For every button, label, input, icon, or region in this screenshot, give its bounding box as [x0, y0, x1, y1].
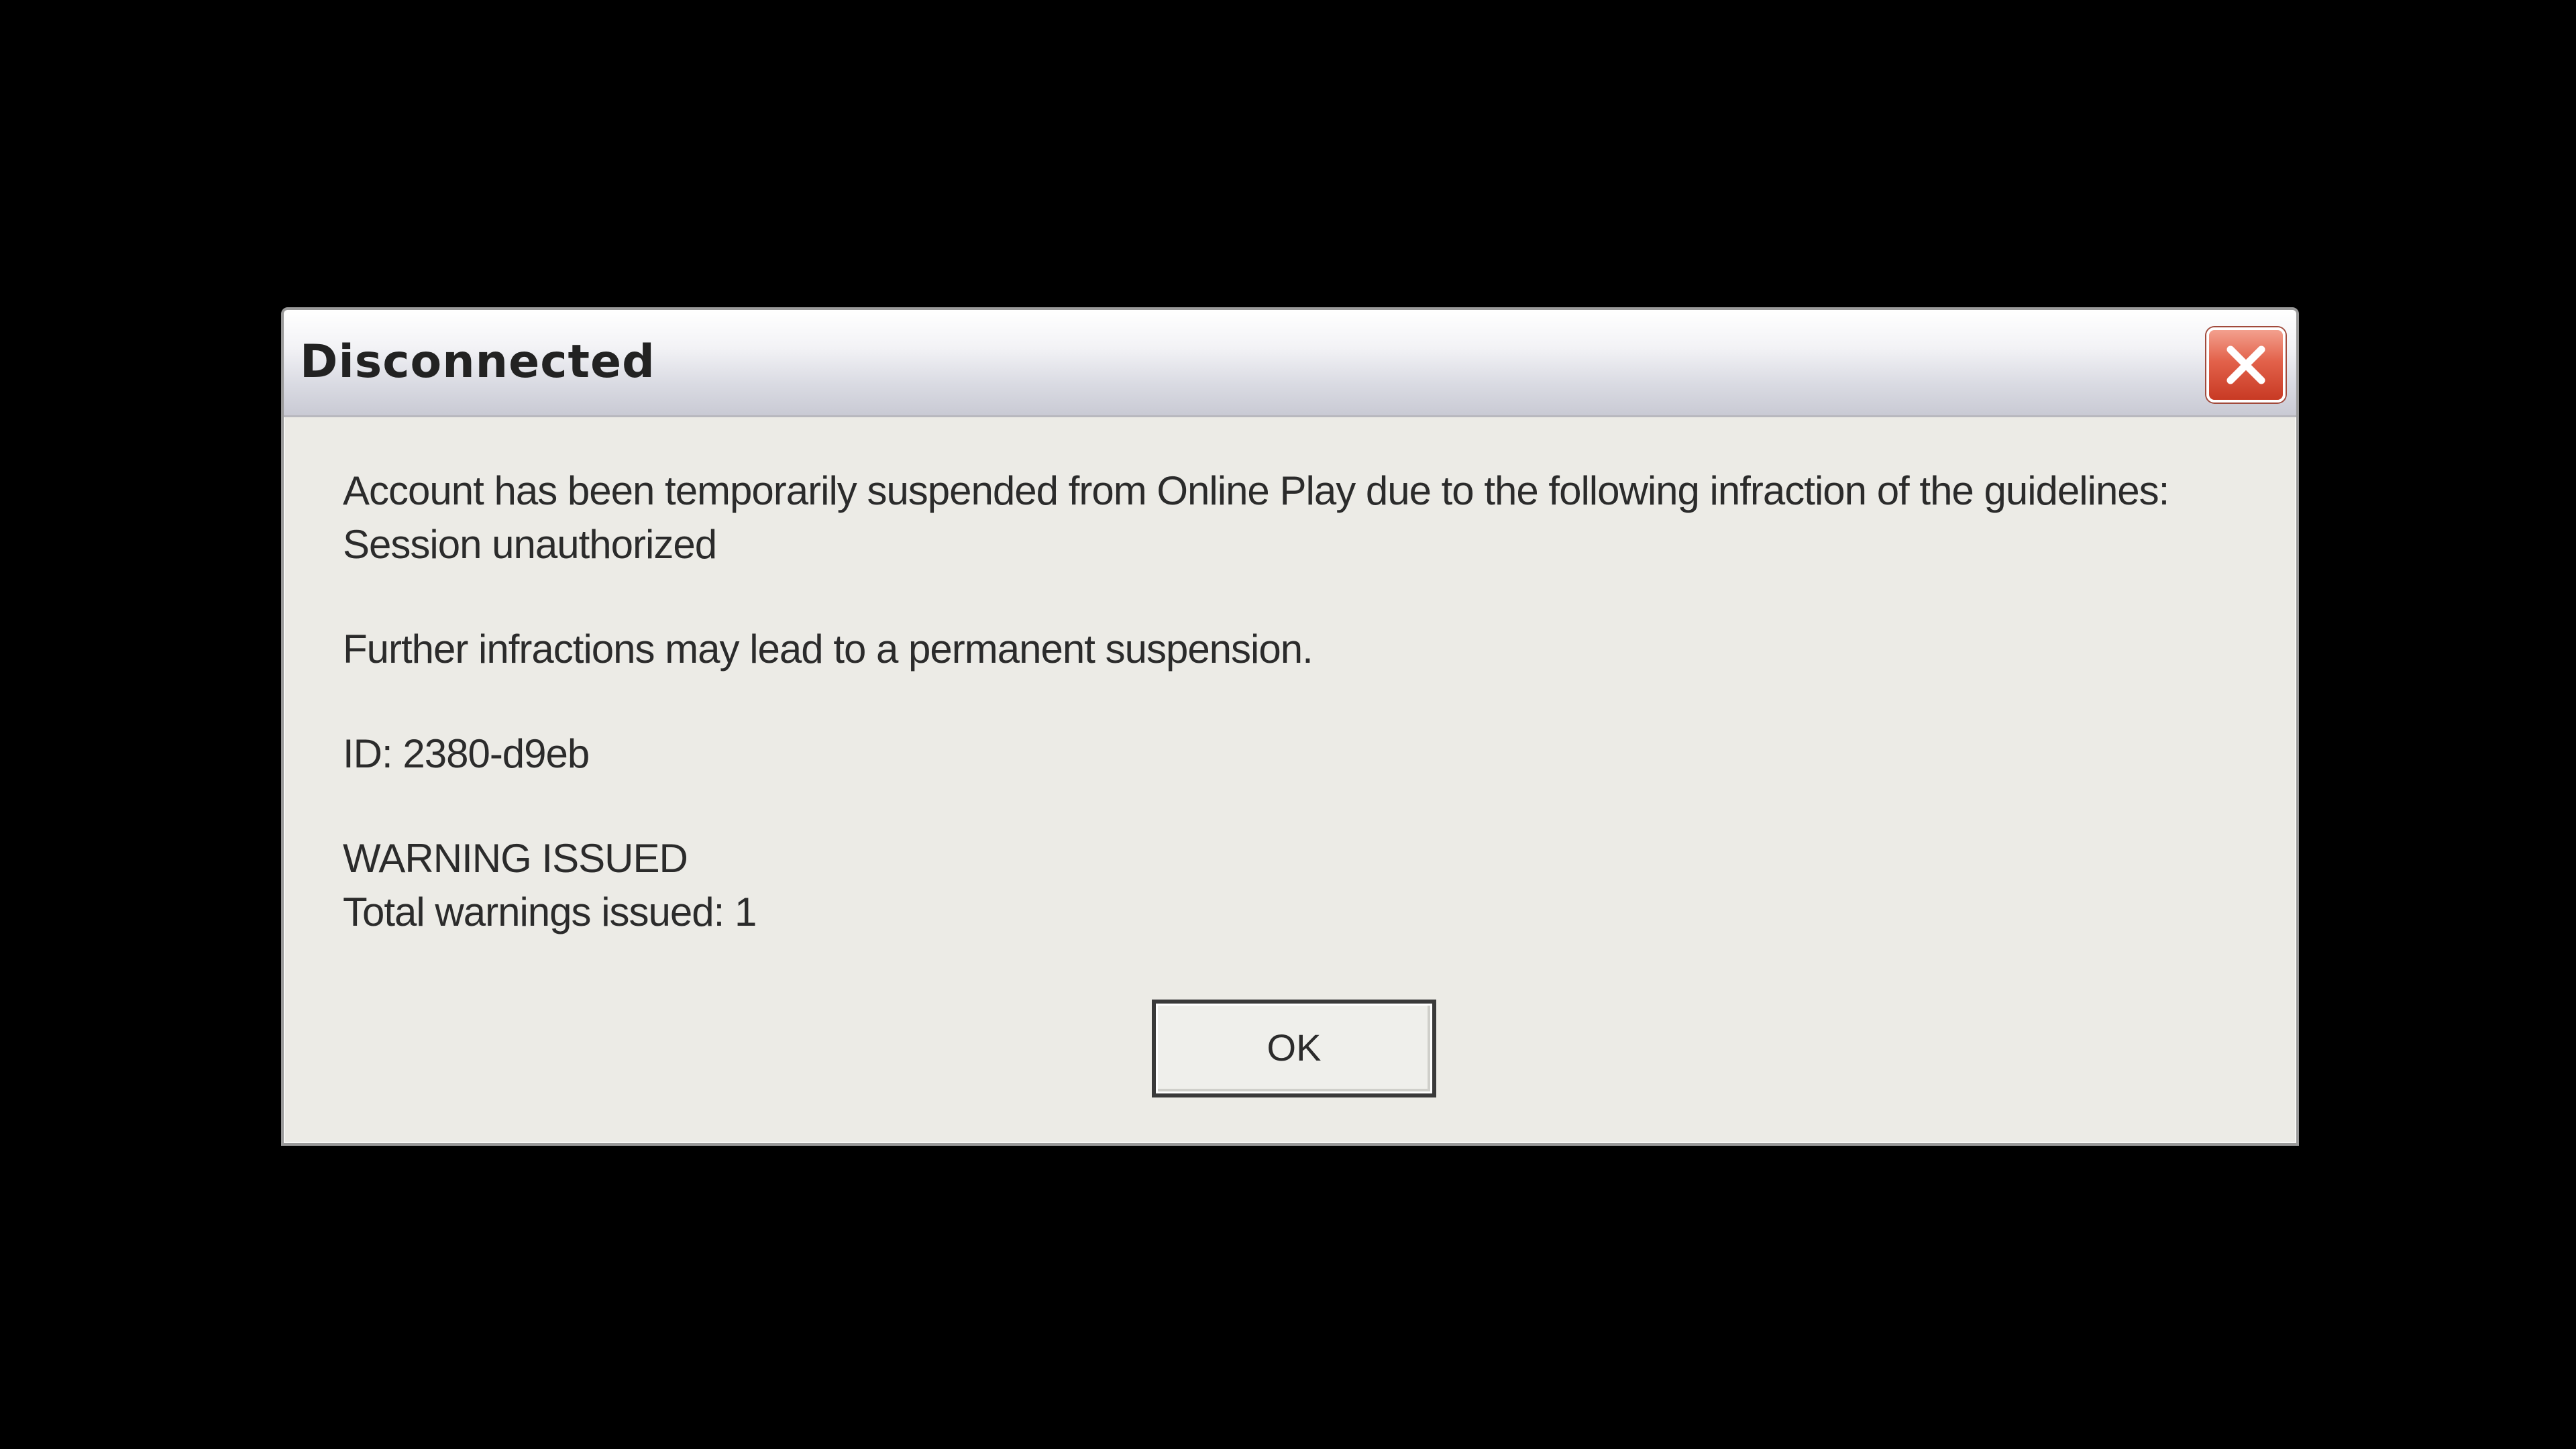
- suspension-id: ID: 2380-d9eb: [343, 731, 590, 776]
- further-infractions-note: Further infractions may lead to a perman…: [343, 627, 1313, 672]
- dialog-title: Disconnected: [300, 335, 655, 388]
- dialog-message: Account has been temporarily suspended f…: [343, 464, 2269, 939]
- total-warnings: Total warnings issued: 1: [343, 890, 757, 934]
- suspension-message: Account has been temporarily suspended f…: [343, 468, 2169, 513]
- dialog-titlebar[interactable]: Disconnected: [284, 310, 2296, 417]
- ok-button[interactable]: OK: [1152, 1000, 1436, 1097]
- screen-background: Disconnected Account has been temporaril…: [0, 0, 2576, 1449]
- disconnected-dialog: Disconnected Account has been temporaril…: [281, 307, 2299, 1146]
- infraction-reason: Session unauthorized: [343, 522, 717, 567]
- warning-status: WARNING ISSUED: [343, 836, 688, 881]
- close-button[interactable]: [2206, 327, 2286, 402]
- close-icon: [2226, 345, 2265, 384]
